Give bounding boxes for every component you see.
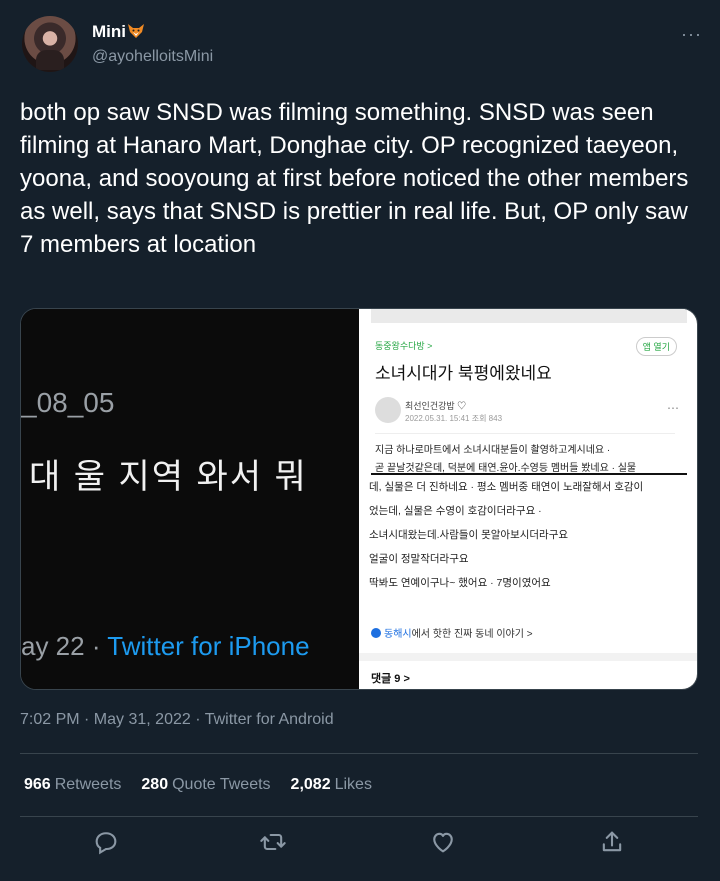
retweet-icon bbox=[260, 833, 286, 851]
local-link-highlight: 동해시 bbox=[384, 629, 412, 640]
share-button[interactable] bbox=[598, 828, 626, 856]
post-body-line: 딱봐도 연예이구나~ 했어요 · 7명이였어요 bbox=[369, 577, 551, 589]
tweet-header: Mini @ayohelloitsMini ··· bbox=[22, 16, 702, 78]
like-icon bbox=[433, 832, 453, 853]
retweets-stat[interactable]: 966 Retweets bbox=[24, 776, 121, 793]
cafe-post-card: 동중왕수다방 > 앱 열기 소녀시대가 북평에왔네요 최선인건강밥 ♡ 2022… bbox=[371, 309, 687, 475]
app-open-button: 앱 열기 bbox=[635, 337, 677, 356]
post-body-line: 었는데, 실물은 수영이 호감이더라구요 · bbox=[369, 505, 542, 517]
cafe-name: 동중왕수다방 > bbox=[375, 341, 433, 351]
action-bar bbox=[0, 828, 720, 864]
quote-tweets-stat[interactable]: 280 Quote Tweets bbox=[141, 776, 270, 793]
display-name[interactable]: Mini bbox=[92, 22, 213, 42]
comments-count: 댓글 9 > bbox=[371, 673, 410, 685]
likes-label: Likes bbox=[334, 776, 372, 793]
post-meta: 2022.05.31. 15:41 조회 843 bbox=[405, 414, 503, 423]
post-line-2: 곧 끝날것같은데, 덕분에 태연.윤아.수영등 멤버들 봤네요 · 실물 bbox=[375, 463, 637, 474]
more-options-icon[interactable]: ··· bbox=[681, 24, 702, 45]
tweet-media[interactable]: _08_05 대 울 지역 와서 뭐 ay 22 · Twitter for i… bbox=[20, 308, 698, 690]
media-left-screenshot[interactable]: _08_05 대 울 지역 와서 뭐 ay 22 · Twitter for i… bbox=[21, 309, 359, 689]
local-link: 동해시에서 핫한 진짜 동네 이야기 > bbox=[371, 625, 533, 640]
post-divider bbox=[375, 433, 675, 434]
engagement-stats: 966 Retweets 280 Quote Tweets 2,082 Likes bbox=[24, 776, 372, 794]
post-more-icon: ⋯ bbox=[667, 401, 679, 415]
likes-stat[interactable]: 2,082 Likes bbox=[291, 776, 372, 793]
post-body-line: 소녀시대왔는데.사람들이 못알아보시더라구요 bbox=[369, 529, 569, 541]
media-date-fragment: _08_05 bbox=[21, 387, 115, 418]
media-footer-prefix: ay 22 · bbox=[21, 631, 108, 661]
media-footer-link: Twitter for iPhone bbox=[107, 631, 310, 661]
post-author-avatar bbox=[375, 397, 401, 423]
reply-button[interactable] bbox=[92, 828, 120, 856]
likes-count: 2,082 bbox=[290, 776, 331, 793]
retweets-count: 966 bbox=[24, 776, 51, 793]
user-info: Mini @ayohelloitsMini bbox=[92, 22, 213, 66]
post-body-line: 얼굴이 정말작더라구요 bbox=[369, 553, 469, 565]
post-title: 소녀시대가 북평에왔네요 bbox=[375, 364, 552, 383]
local-link-text: 에서 핫한 진짜 동네 이야기 > bbox=[411, 629, 533, 640]
check-badge-icon bbox=[371, 628, 381, 638]
post-line-1: 지금 하나로마트에서 소녀시대분들이 촬영하고계시네요 · bbox=[375, 445, 611, 456]
media-korean-text: 대 울 지역 와서 뭐 bbox=[29, 458, 308, 496]
display-name-text[interactable]: Mini bbox=[92, 22, 126, 41]
user-handle[interactable]: @ayohelloitsMini bbox=[92, 48, 213, 66]
divider-bottom bbox=[20, 816, 698, 817]
like-button[interactable] bbox=[429, 828, 457, 856]
post-author: 최선인건강밥 ♡ bbox=[405, 401, 467, 411]
status-bar bbox=[371, 309, 687, 323]
fox-icon bbox=[128, 24, 144, 38]
media-right-screenshot[interactable]: 동중왕수다방 > 앱 열기 소녀시대가 북평에왔네요 최선인건강밥 ♡ 2022… bbox=[359, 309, 697, 689]
quote-tweets-count: 280 bbox=[141, 776, 169, 793]
reply-icon bbox=[95, 832, 117, 855]
media-footer: ay 22 · Twitter for iPhone bbox=[21, 631, 310, 662]
quote-tweets-label: Quote Tweets bbox=[172, 776, 271, 793]
section-divider bbox=[359, 653, 697, 661]
share-icon bbox=[602, 831, 622, 852]
divider-top bbox=[20, 753, 698, 754]
post-body-line: 데, 실물은 더 진하네요 · 평소 멤버중 태연이 노래잘해서 호감이 bbox=[369, 481, 644, 493]
retweets-label: Retweets bbox=[54, 776, 122, 793]
tweet-text: both op saw SNSD was filming something. … bbox=[20, 99, 689, 258]
post-body: 데, 실물은 더 진하네요 · 평소 멤버중 태연이 노래잘해서 호감이 었는데… bbox=[359, 479, 697, 599]
retweet-button[interactable] bbox=[259, 828, 287, 856]
tweet-timestamp[interactable]: 7:02 PM · May 31, 2022 · Twitter for And… bbox=[20, 711, 334, 729]
avatar[interactable] bbox=[22, 16, 78, 72]
